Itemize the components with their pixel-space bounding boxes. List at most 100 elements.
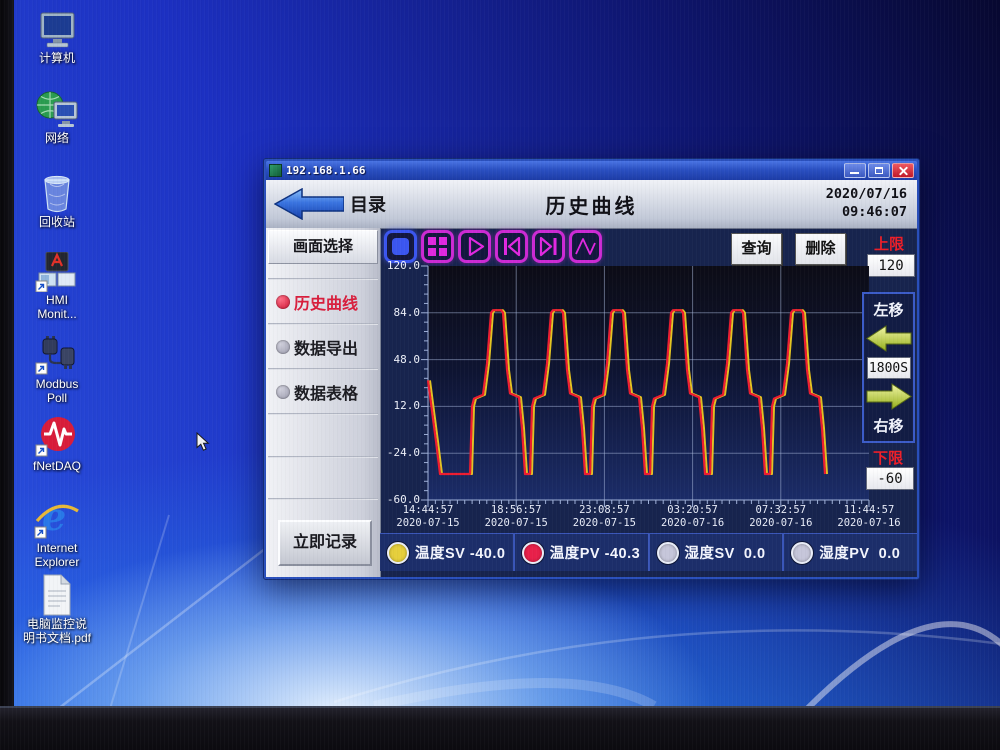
- maximize-icon: [875, 167, 883, 174]
- window-controls: [844, 163, 914, 178]
- date-text: 2020/07/16: [826, 185, 907, 203]
- x-tick-label: 03:20:57 2020-07-16: [648, 504, 738, 530]
- toolbar-curve-mode-button[interactable]: [569, 230, 602, 263]
- desktop-icon-label: 计算机: [16, 52, 98, 66]
- separator: [268, 368, 378, 370]
- desktop-icon-fnetdaq[interactable]: fNetDAQ: [16, 416, 98, 474]
- radio-icon: [276, 385, 290, 399]
- sidebar-item-data-table[interactable]: 数据表格: [268, 373, 378, 410]
- window-icon: [269, 164, 282, 177]
- toolbar-skip-to-end-button[interactable]: [532, 230, 565, 263]
- modbus-poll-icon: [35, 334, 79, 376]
- legend-label: 湿度PV 0.0: [819, 542, 900, 563]
- close-button[interactable]: [892, 163, 914, 178]
- single-view-icon: [392, 238, 409, 255]
- mouse-cursor: [196, 432, 212, 452]
- skip-to-end-icon: [535, 233, 562, 260]
- pan-right-button[interactable]: [866, 383, 912, 410]
- x-tick-label: 23:08:57 2020-07-15: [559, 504, 649, 530]
- y-tick-label: 48.0: [378, 354, 420, 366]
- monitor-photo: 计算机 网络 回收站: [0, 0, 1000, 750]
- pan-left-button[interactable]: [866, 325, 912, 352]
- internet-explorer-icon: e: [34, 496, 80, 540]
- minimize-button[interactable]: [844, 163, 866, 178]
- datetime-display: 2020/07/16 09:46:07: [826, 185, 907, 221]
- pdf-document-icon: [37, 574, 77, 616]
- minimize-icon: [850, 172, 859, 174]
- delete-button[interactable]: 删除: [795, 233, 846, 265]
- toolbar-quad-view-button[interactable]: [421, 230, 454, 263]
- sidebar-item-history-curve[interactable]: 历史曲线: [268, 283, 378, 320]
- maximize-button[interactable]: [868, 163, 890, 178]
- pan-right-label: 右移: [873, 415, 903, 436]
- desktop-icon-hmi-monitor[interactable]: HMI Monit...: [16, 252, 98, 322]
- y-axis-labels: 120.084.048.012.0-24.0-60.0: [382, 266, 424, 500]
- desktop-icon-computer[interactable]: 计算机: [16, 12, 98, 66]
- desktop-icon-recycle-bin[interactable]: 回收站: [16, 172, 98, 230]
- recycle-bin-icon: [35, 172, 79, 214]
- legend-item[interactable]: 湿度SV 0.0: [648, 534, 783, 571]
- legend-label: 湿度SV 0.0: [685, 542, 766, 563]
- skip-to-start-icon: [498, 233, 525, 260]
- upper-limit-value[interactable]: 120: [867, 254, 915, 277]
- radio-selected-icon: [276, 295, 290, 309]
- query-button[interactable]: 查询: [731, 233, 782, 265]
- toolbar-play-button[interactable]: [458, 230, 491, 263]
- window-title: 192.168.1.66: [286, 164, 844, 177]
- plot-background: [428, 266, 869, 500]
- y-tick-label: 84.0: [378, 307, 420, 319]
- legend-label: 温度PV -40.3: [550, 542, 640, 563]
- legend-bar: 温度SV -40.0 温度PV -40.3 湿度SV 0.0 湿度PV 0.0: [380, 533, 917, 571]
- legend-color-icon: [522, 542, 544, 564]
- legend-item[interactable]: 温度PV -40.3: [513, 534, 648, 571]
- screen-select-button[interactable]: 画面选择: [268, 230, 378, 264]
- desktop-icon-pdf-manual[interactable]: 电脑监控说 明书文档.pdf: [16, 574, 98, 646]
- pan-left-label: 左移: [873, 299, 903, 320]
- sidebar-item-label: 数据导出: [294, 335, 358, 359]
- toolbar-skip-to-start-button[interactable]: [495, 230, 528, 263]
- record-now-button[interactable]: 立即记录: [278, 520, 372, 566]
- monitor-bezel-left: [0, 0, 14, 706]
- legend-item[interactable]: 温度SV -40.0: [380, 534, 513, 571]
- pan-panel: 左移 1800S 右移: [862, 292, 915, 443]
- y-tick-label: 120.0: [378, 260, 420, 272]
- quad-view-icon: [424, 233, 451, 260]
- desktop-icon-label: 回收站: [16, 216, 98, 230]
- window-titlebar[interactable]: 192.168.1.66: [266, 161, 917, 180]
- sidebar: 画面选择 历史曲线 数据导出 数据表格: [266, 228, 381, 577]
- desktop-icon-label: 网络: [16, 132, 98, 146]
- legend-item[interactable]: 湿度PV 0.0: [782, 534, 917, 571]
- separator: [268, 498, 378, 500]
- sidebar-item-label: 数据表格: [294, 380, 358, 404]
- desktop: 计算机 网络 回收站: [14, 0, 1000, 706]
- trend-chart[interactable]: [428, 266, 869, 500]
- desktop-icon-internet-explorer[interactable]: e Internet Explorer: [16, 496, 98, 570]
- y-tick-label: 12.0: [378, 400, 420, 412]
- monitor-bezel-bottom: [0, 706, 1000, 750]
- interval-value[interactable]: 1800S: [867, 357, 911, 379]
- time-text: 09:46:07: [826, 203, 907, 221]
- page-title: 历史曲线: [266, 190, 917, 219]
- x-tick-label: 07:32:57 2020-07-16: [736, 504, 826, 530]
- x-tick-label: 11:44:57 2020-07-16: [824, 504, 914, 530]
- desktop-icon-label: Internet Explorer: [16, 542, 98, 570]
- play-icon: [461, 233, 488, 260]
- desktop-icon-network[interactable]: 网络: [16, 90, 98, 146]
- desktop-icon-label: 电脑监控说 明书文档.pdf: [16, 618, 98, 646]
- x-axis-labels: 14:44:57 2020-07-1518:56:57 2020-07-1523…: [383, 504, 915, 532]
- desktop-icon-label: HMI Monit...: [16, 294, 98, 322]
- x-tick-label: 18:56:57 2020-07-15: [471, 504, 561, 530]
- separator: [268, 413, 378, 415]
- legend-label: 温度SV -40.0: [415, 542, 505, 563]
- upper-limit-label: 上限: [865, 233, 913, 254]
- sidebar-item-data-export[interactable]: 数据导出: [268, 328, 378, 365]
- app-header: 目录 历史曲线 2020/07/16 09:46:07: [266, 180, 917, 229]
- separator: [268, 278, 378, 280]
- x-tick-label: 14:44:57 2020-07-15: [383, 504, 473, 530]
- desktop-icon-modbus-poll[interactable]: Modbus Poll: [16, 334, 98, 406]
- lower-limit-value[interactable]: -60: [866, 467, 914, 490]
- hmi-monitor-icon: [35, 252, 79, 292]
- desktop-icon-label: fNetDAQ: [16, 460, 98, 474]
- radio-icon: [276, 340, 290, 354]
- lower-limit-label: 下限: [864, 447, 912, 468]
